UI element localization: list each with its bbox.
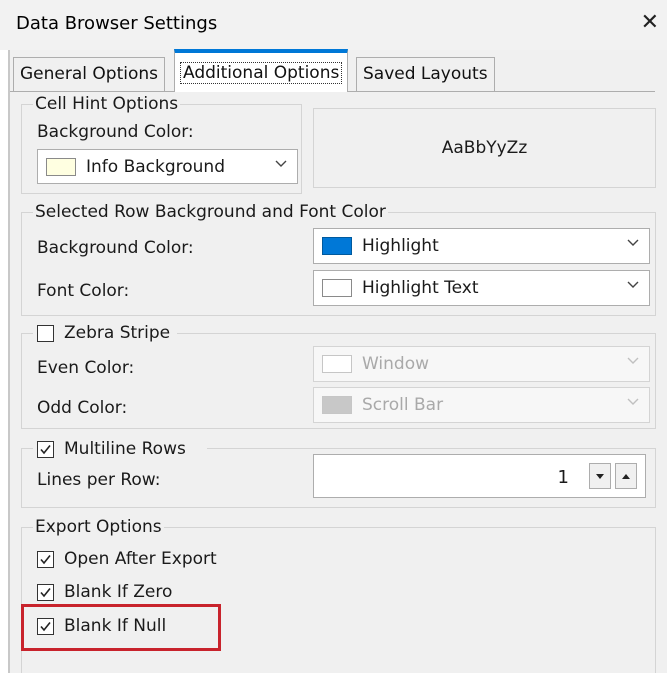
annotation-highlight-box <box>21 604 221 651</box>
open-after-export-label: Open After Export <box>64 549 217 569</box>
chevron-down-icon <box>627 235 639 251</box>
tab-saved-layouts[interactable]: Saved Layouts <box>356 57 495 91</box>
open-after-export-checkbox[interactable] <box>37 551 54 568</box>
selected-row-bg-select[interactable]: Highlight <box>313 228 650 264</box>
multiline-rows-label: Multiline Rows <box>64 439 186 459</box>
color-swatch <box>322 355 352 373</box>
cell-hint-bg-label: Background Color: <box>37 122 194 142</box>
check-icon <box>40 555 51 565</box>
tab-general-options[interactable]: General Options <box>13 57 165 91</box>
triangle-down-icon <box>596 474 604 479</box>
selected-row-font-select[interactable]: Highlight Text <box>313 270 650 306</box>
color-swatch <box>322 237 352 255</box>
tab-saved-layouts-label: Saved Layouts <box>363 64 488 84</box>
color-swatch <box>322 396 352 414</box>
blank-if-zero-label: Blank If Zero <box>64 582 173 602</box>
selected-row-font-value: Highlight Text <box>362 278 479 298</box>
lines-per-row-value: 1 <box>557 467 569 488</box>
zebra-even-label: Even Color: <box>37 358 135 378</box>
selected-row-group-title: Selected Row Background and Font Color <box>33 202 388 222</box>
triangle-up-icon <box>622 474 630 479</box>
cell-hint-preview: AaBbYyZz <box>313 108 656 188</box>
chevron-down-icon <box>627 394 639 410</box>
cell-hint-bg-select[interactable]: Info Background <box>37 149 298 184</box>
selected-row-bg-label: Background Color: <box>37 238 194 258</box>
color-swatch <box>46 158 76 176</box>
decrement-button[interactable] <box>589 463 611 489</box>
close-icon[interactable]: ✕ <box>641 10 659 35</box>
title-bar: Data Browser Settings ✕ <box>0 0 667 50</box>
check-icon <box>40 588 51 598</box>
selected-row-font-label: Font Color: <box>37 281 130 301</box>
chevron-down-icon <box>627 277 639 293</box>
blank-if-zero-checkbox[interactable] <box>37 584 54 601</box>
zebra-stripe-checkbox[interactable] <box>37 325 54 342</box>
check-icon <box>40 445 51 455</box>
lines-per-row-label: Lines per Row: <box>37 470 161 490</box>
zebra-even-value: Window <box>362 354 430 374</box>
selected-row-bg-value: Highlight <box>362 236 439 256</box>
zebra-even-select: Window <box>313 346 650 382</box>
window-title: Data Browser Settings <box>16 13 218 34</box>
zebra-odd-label: Odd Color: <box>37 398 128 418</box>
export-group-title: Export Options <box>33 517 164 537</box>
tab-additional-options-label: Additional Options <box>179 62 343 84</box>
tab-general-options-label: General Options <box>20 64 158 84</box>
chevron-down-icon <box>275 156 287 172</box>
multiline-rows-checkbox[interactable] <box>37 441 54 458</box>
tab-additional-options[interactable]: Additional Options <box>174 49 349 92</box>
zebra-odd-value: Scroll Bar <box>362 395 444 415</box>
increment-button[interactable] <box>615 463 637 489</box>
zebra-stripe-label: Zebra Stripe <box>64 323 171 343</box>
cell-hint-group-title: Cell Hint Options <box>33 94 181 114</box>
chevron-down-icon <box>627 353 639 369</box>
lines-per-row-spinner[interactable]: 1 <box>313 454 646 498</box>
color-swatch <box>322 279 352 297</box>
cell-hint-bg-value: Info Background <box>86 157 225 177</box>
zebra-odd-select: Scroll Bar <box>313 387 650 423</box>
